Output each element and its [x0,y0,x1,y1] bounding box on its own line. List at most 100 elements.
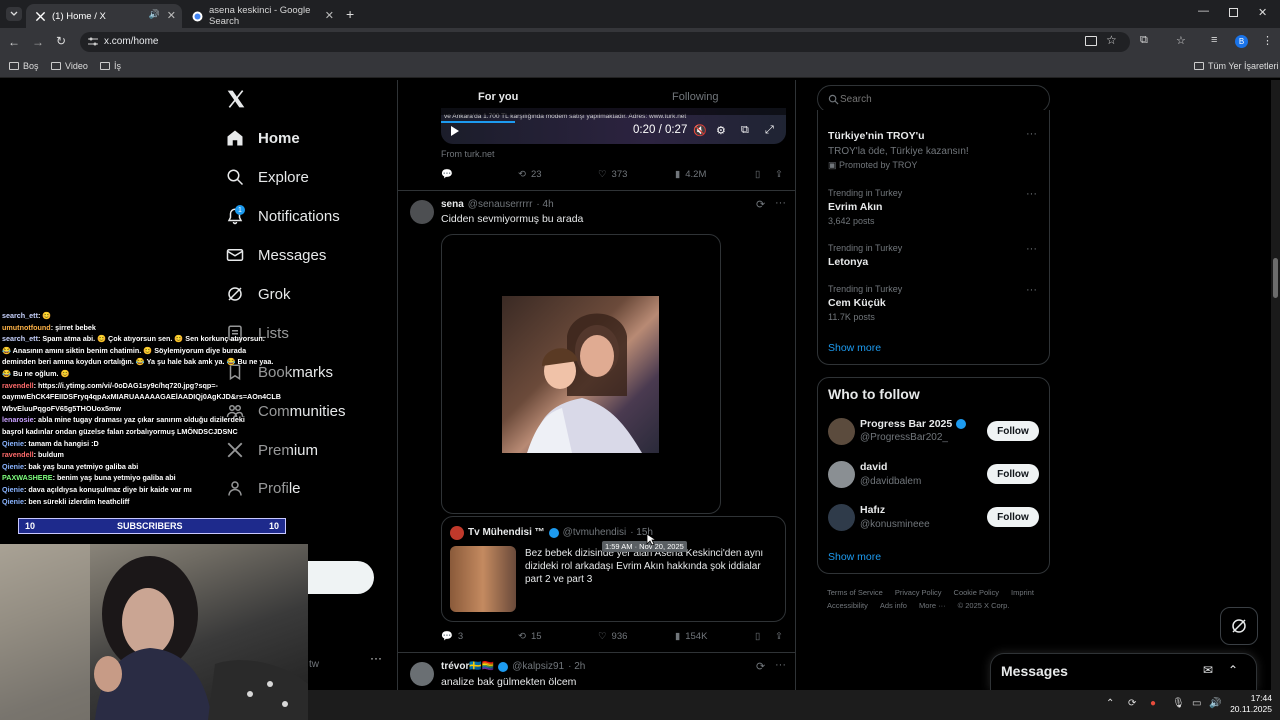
microphone-icon[interactable]: 🎙 [1172,698,1185,709]
user-name[interactable]: Hafız [860,504,885,516]
address-bar[interactable] [80,32,1130,52]
tab-for-you[interactable]: For you [478,91,518,103]
pip-icon[interactable]: ⧉ [741,124,749,137]
tab-search-button[interactable] [6,7,22,21]
extensions-icon[interactable]: ⧉ [1140,34,1148,47]
user-handle[interactable]: @davidbalem [860,476,921,487]
profile-avatar-icon[interactable]: B [1235,35,1248,48]
forward-button[interactable]: → [32,35,44,49]
bookmark-folder-video[interactable]: Video [51,61,88,71]
fullscreen-icon[interactable]: ⤢ [765,124,774,137]
close-window-button[interactable]: ✕ [1258,6,1267,19]
tab-google-search[interactable]: asena keskinci - Google Search ✕ [184,4,340,28]
author-name[interactable]: trévor🇸🇪🏳️‍🌈 [441,661,494,672]
grok-float-button[interactable] [1220,607,1258,645]
avatar[interactable] [450,526,464,540]
follow-button[interactable]: Follow [987,421,1039,441]
close-tab-icon[interactable]: ✕ [325,9,334,22]
tray-chevron-icon[interactable]: ⌃ [1106,698,1114,709]
volume-icon[interactable]: 🔊 [1209,698,1221,709]
clock[interactable]: 17:44 20.11.2025 [1228,693,1272,715]
browser-menu-icon[interactable]: ⋮ [1262,34,1273,47]
network-icon[interactable]: ▭ [1192,698,1201,709]
post-media[interactable] [441,234,721,514]
quote-author-handle[interactable]: @tvmuhendisi [563,527,627,538]
app-tray-icon[interactable]: ● [1150,698,1156,709]
back-button[interactable]: ← [8,35,20,49]
mute-icon[interactable]: 🔇 [693,124,707,137]
search-box[interactable] [817,85,1050,113]
avatar[interactable] [828,418,855,445]
author-handle[interactable]: @senauserrrrr [468,199,533,210]
promoted-trend[interactable]: Türkiye'nin TROY'u TROY'la öde, Türkiye … [828,130,969,171]
scrollbar-thumb[interactable] [1273,258,1278,298]
follow-show-more[interactable]: Show more [828,551,881,563]
reply-button[interactable]: 💬 [441,169,453,180]
page-scrollbar[interactable] [1271,80,1280,690]
nav-explore[interactable]: Explore [226,168,309,186]
footer-link[interactable]: Imprint [1011,588,1034,597]
more-icon[interactable]: ··· [1026,128,1037,140]
grok-icon[interactable]: ⟳ [756,660,765,673]
follow-button[interactable]: Follow [987,507,1039,527]
reply-button[interactable]: 💬 3 [441,631,463,642]
footer-link[interactable]: Terms of Service [827,588,883,597]
post-time[interactable]: · 4h [536,199,553,210]
footer-link[interactable]: More ··· [919,601,946,610]
video-source[interactable]: From turk.net [441,149,495,159]
expand-chevron-icon[interactable]: ⌃ [1228,663,1238,677]
grok-icon[interactable]: ⟳ [756,198,765,211]
user-handle[interactable]: @konusmineee [860,519,930,530]
messages-drawer[interactable]: Messages ✉ ⌃ [990,653,1257,690]
minimize-button[interactable]: — [1198,5,1209,17]
bookmark-button[interactable]: ▯ [755,631,760,642]
reload-button[interactable]: ↻ [56,34,66,48]
footer-link[interactable]: Cookie Policy [954,588,999,597]
retweet-button[interactable]: ⟲ 23 [518,169,542,180]
play-icon[interactable] [450,125,460,137]
bookmark-folder-bos[interactable]: Boş [9,61,39,71]
install-app-icon[interactable] [1085,36,1097,46]
suggested-user-name[interactable]: Progress Bar 2025 [860,418,967,430]
nav-messages[interactable]: Messages [226,246,326,264]
maximize-button[interactable] [1229,8,1238,17]
account-menu-icon[interactable]: ··· [370,651,382,665]
share-button[interactable]: ⇪ [775,631,783,642]
nav-grok[interactable]: Grok [226,285,291,303]
avatar[interactable] [410,200,434,224]
x-logo[interactable] [226,89,246,109]
sync-icon[interactable]: ⟳ [1128,698,1136,709]
more-icon[interactable]: ··· [1026,188,1037,200]
nav-home[interactable]: Home [226,129,300,147]
user-handle[interactable]: @ProgressBar202_ [860,432,948,443]
more-icon[interactable]: ··· [1026,243,1037,255]
follow-button[interactable]: Follow [987,464,1039,484]
close-tab-icon[interactable]: ✕ [167,9,176,22]
new-tab-button[interactable]: + [346,6,354,22]
new-message-icon[interactable]: ✉ [1203,663,1213,677]
trend-item[interactable]: Trending in Turkey Letonya [828,243,902,268]
bookmark-star-icon[interactable]: ☆ [1106,33,1117,47]
tab-following[interactable]: Following [672,91,718,103]
like-button[interactable]: ♡ 936 [598,631,627,642]
speaker-icon[interactable]: 🔊 [149,9,160,20]
footer-link[interactable]: Privacy Policy [895,588,942,597]
views-button[interactable]: ▮ 4.2M [675,169,706,180]
share-button[interactable]: ⇪ [775,169,783,180]
author-handle[interactable]: @kalpsiz91 [512,661,564,672]
footer-link[interactable]: Accessibility [827,601,868,610]
more-icon[interactable]: ··· [775,659,786,671]
author-name[interactable]: sena [441,199,464,210]
user-name[interactable]: david [860,461,887,473]
all-bookmarks-button[interactable]: Tüm Yer İşaretleri [1194,61,1279,71]
bookmarks-panel-icon[interactable]: ☆ [1176,34,1186,47]
avatar[interactable] [410,662,434,686]
avatar[interactable] [828,461,855,488]
trends-show-more[interactable]: Show more [828,342,881,354]
views-button[interactable]: ▮ 154K [675,631,707,642]
tab-x-home[interactable]: (1) Home / X 🔊 ✕ [26,4,182,28]
more-icon[interactable]: ··· [1026,284,1037,296]
avatar[interactable] [828,504,855,531]
search-input[interactable] [840,91,1040,107]
more-icon[interactable]: ··· [775,197,786,209]
